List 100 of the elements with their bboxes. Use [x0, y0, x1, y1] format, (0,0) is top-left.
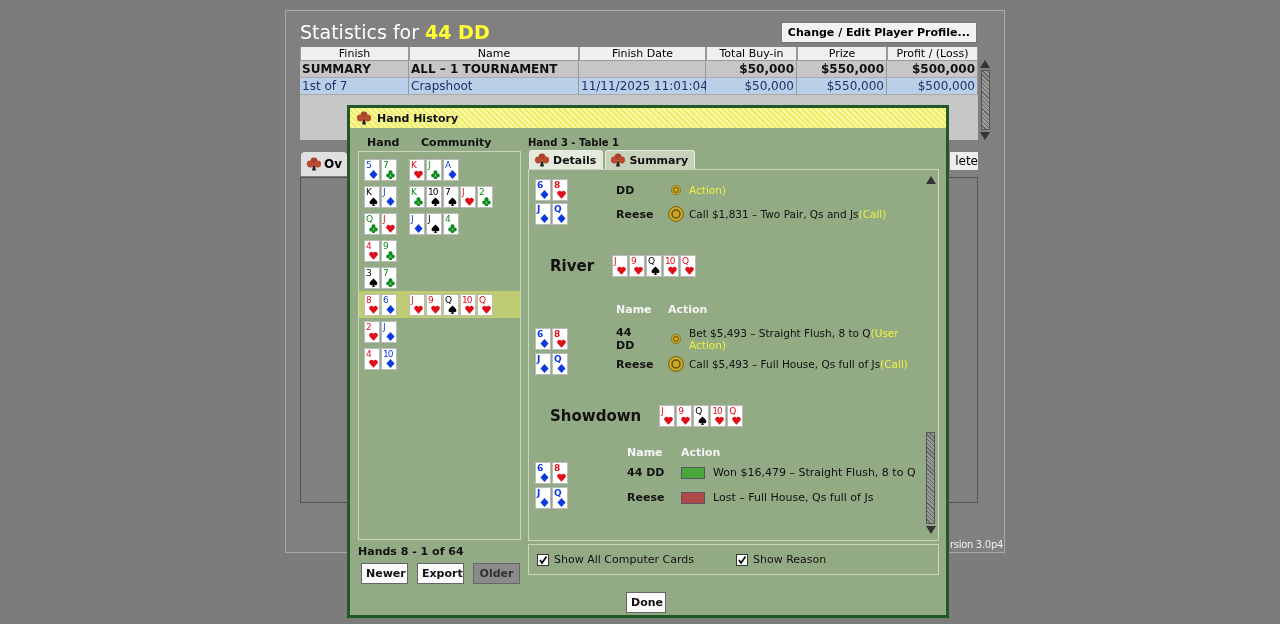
card-rank: 2: [479, 187, 484, 197]
card-rank: J: [428, 214, 430, 224]
card-rank: K: [366, 187, 371, 197]
spade-icon: [651, 266, 661, 275]
up-arrow-icon[interactable]: [980, 60, 990, 68]
card-rank: J: [537, 205, 540, 214]
column-header[interactable]: Total Buy-in: [706, 47, 797, 61]
hand-row[interactable]: K J K 10 7 J 2: [359, 183, 520, 210]
heart-icon: [369, 304, 378, 314]
tab-label: Summary: [629, 153, 689, 167]
scrollbar-thumb[interactable]: [926, 432, 935, 524]
card-rank: 10: [665, 257, 675, 266]
scrollbar[interactable]: [925, 176, 936, 534]
card-rank: Q: [554, 205, 561, 214]
done-button[interactable]: Done: [626, 592, 666, 613]
player-name: 44 DD: [627, 466, 666, 479]
diamond-icon: [386, 331, 395, 341]
card-rank: 8: [554, 463, 560, 473]
card-rank: J: [661, 407, 663, 416]
card-rank: 8: [366, 295, 371, 305]
diamond-icon: [414, 223, 423, 233]
club-icon: [610, 153, 627, 167]
player-name: Reese: [616, 357, 652, 371]
club-icon: [356, 111, 372, 125]
player-name: Reese: [627, 491, 666, 504]
card-rank: 3: [366, 268, 371, 278]
diamond-icon: [386, 358, 395, 368]
diamond-icon: [448, 169, 457, 179]
table-cell: $50,000: [744, 79, 794, 93]
column-header: Action: [668, 302, 709, 316]
card-rank: 6: [537, 181, 543, 190]
hand-row[interactable]: 8 6 J 9 Q 10 Q: [359, 291, 520, 318]
card-rank: 9: [678, 407, 683, 416]
table-cell: $500,000: [912, 62, 975, 76]
street-title: River: [550, 257, 595, 275]
heart-icon: [369, 250, 378, 260]
hand-row[interactable]: Q J J J 4: [359, 210, 520, 237]
action-text: Call $5,493 – Full House, Qs full of Js(Call): [689, 358, 908, 370]
card-rank: J: [383, 322, 385, 332]
card-rank: Q: [479, 295, 486, 305]
card-rank: 9: [428, 295, 433, 305]
dialog-title: Hand History: [377, 111, 459, 125]
checkbox[interactable]: [537, 553, 549, 566]
card-rank: A: [445, 160, 451, 170]
spade-icon: [448, 304, 457, 314]
card-rank: 9: [631, 257, 636, 266]
heart-icon: [369, 331, 378, 341]
result-text: Won $16,479 – Straight Flush, 8 to Q: [713, 466, 916, 479]
column-header[interactable]: Name: [409, 47, 579, 61]
hand-row[interactable]: 5 7 K J A: [359, 156, 520, 183]
result-text: Lost – Full House, Qs full of Js: [713, 491, 874, 504]
down-arrow-icon[interactable]: [980, 132, 990, 140]
diamond-icon: [369, 169, 378, 179]
table-cell: ALL – 1 TOURNAMENT: [411, 62, 558, 76]
spade-icon: [369, 196, 378, 206]
nav-button[interactable]: Newer: [361, 563, 408, 584]
card-rank: J: [383, 214, 385, 224]
card-rank: 7: [383, 160, 388, 170]
hand-row[interactable]: 2 J: [359, 318, 520, 345]
table-cell: $500,000: [917, 79, 975, 93]
table-cell: 11/11/2025 11:01:04: [581, 79, 708, 93]
checkbox[interactable]: [736, 553, 748, 566]
spade-icon: [698, 416, 708, 425]
hand-row[interactable]: 3 7: [359, 264, 520, 291]
scrollbar[interactable]: [980, 60, 990, 140]
window-title: Statistics for 44 DD: [300, 21, 490, 43]
version-label: rsion 3.0p4: [949, 539, 1003, 550]
column-header[interactable]: Prize: [797, 47, 887, 61]
card-rank: 10: [383, 349, 393, 359]
column-header[interactable]: Profit / (Loss): [887, 47, 978, 61]
table-row[interactable]: SUMMARY ALL – 1 TOURNAMENT $50,000 $550,000 $500,000: [300, 61, 978, 78]
card-rank: Q: [554, 488, 561, 498]
club-icon: [534, 153, 550, 167]
hands-count: Hands 8 - 1 of 64: [358, 545, 465, 558]
hand-row[interactable]: 4 10: [359, 345, 520, 372]
tab[interactable]: Ov: [301, 152, 347, 176]
tab[interactable]: Summary: [605, 150, 696, 169]
club-icon: [448, 223, 457, 233]
delete-button[interactable]: lete: [950, 152, 978, 170]
chip-icon: [671, 334, 681, 344]
scrollbar-thumb[interactable]: [980, 70, 990, 130]
column-header: Community: [421, 136, 492, 151]
hand-row[interactable]: 4 9: [359, 237, 520, 264]
street-title: Showdown: [550, 407, 642, 425]
tab[interactable]: Details: [529, 150, 604, 169]
column-header[interactable]: Finish: [300, 47, 409, 61]
column-header[interactable]: Finish Date: [579, 47, 706, 61]
card-rank: 9: [383, 241, 388, 251]
nav-button[interactable]: Export: [417, 563, 464, 584]
table-row[interactable]: 1st of 7 Crapshoot 11/11/2025 11:01:04 $50,000 $550,000 $500,000: [300, 78, 978, 95]
edit-profile-button[interactable]: Change / Edit Player Profile...: [780, 21, 977, 43]
card-rank: J: [428, 160, 430, 170]
result-bar: [681, 466, 705, 479]
action-text: Action): [689, 184, 726, 196]
up-arrow-icon[interactable]: [925, 176, 936, 184]
down-arrow-icon[interactable]: [925, 526, 936, 534]
club-icon: [306, 157, 322, 171]
table-cell: $550,000: [821, 62, 884, 76]
card-rank: J: [383, 187, 385, 197]
table-cell: $550,000: [826, 79, 884, 93]
